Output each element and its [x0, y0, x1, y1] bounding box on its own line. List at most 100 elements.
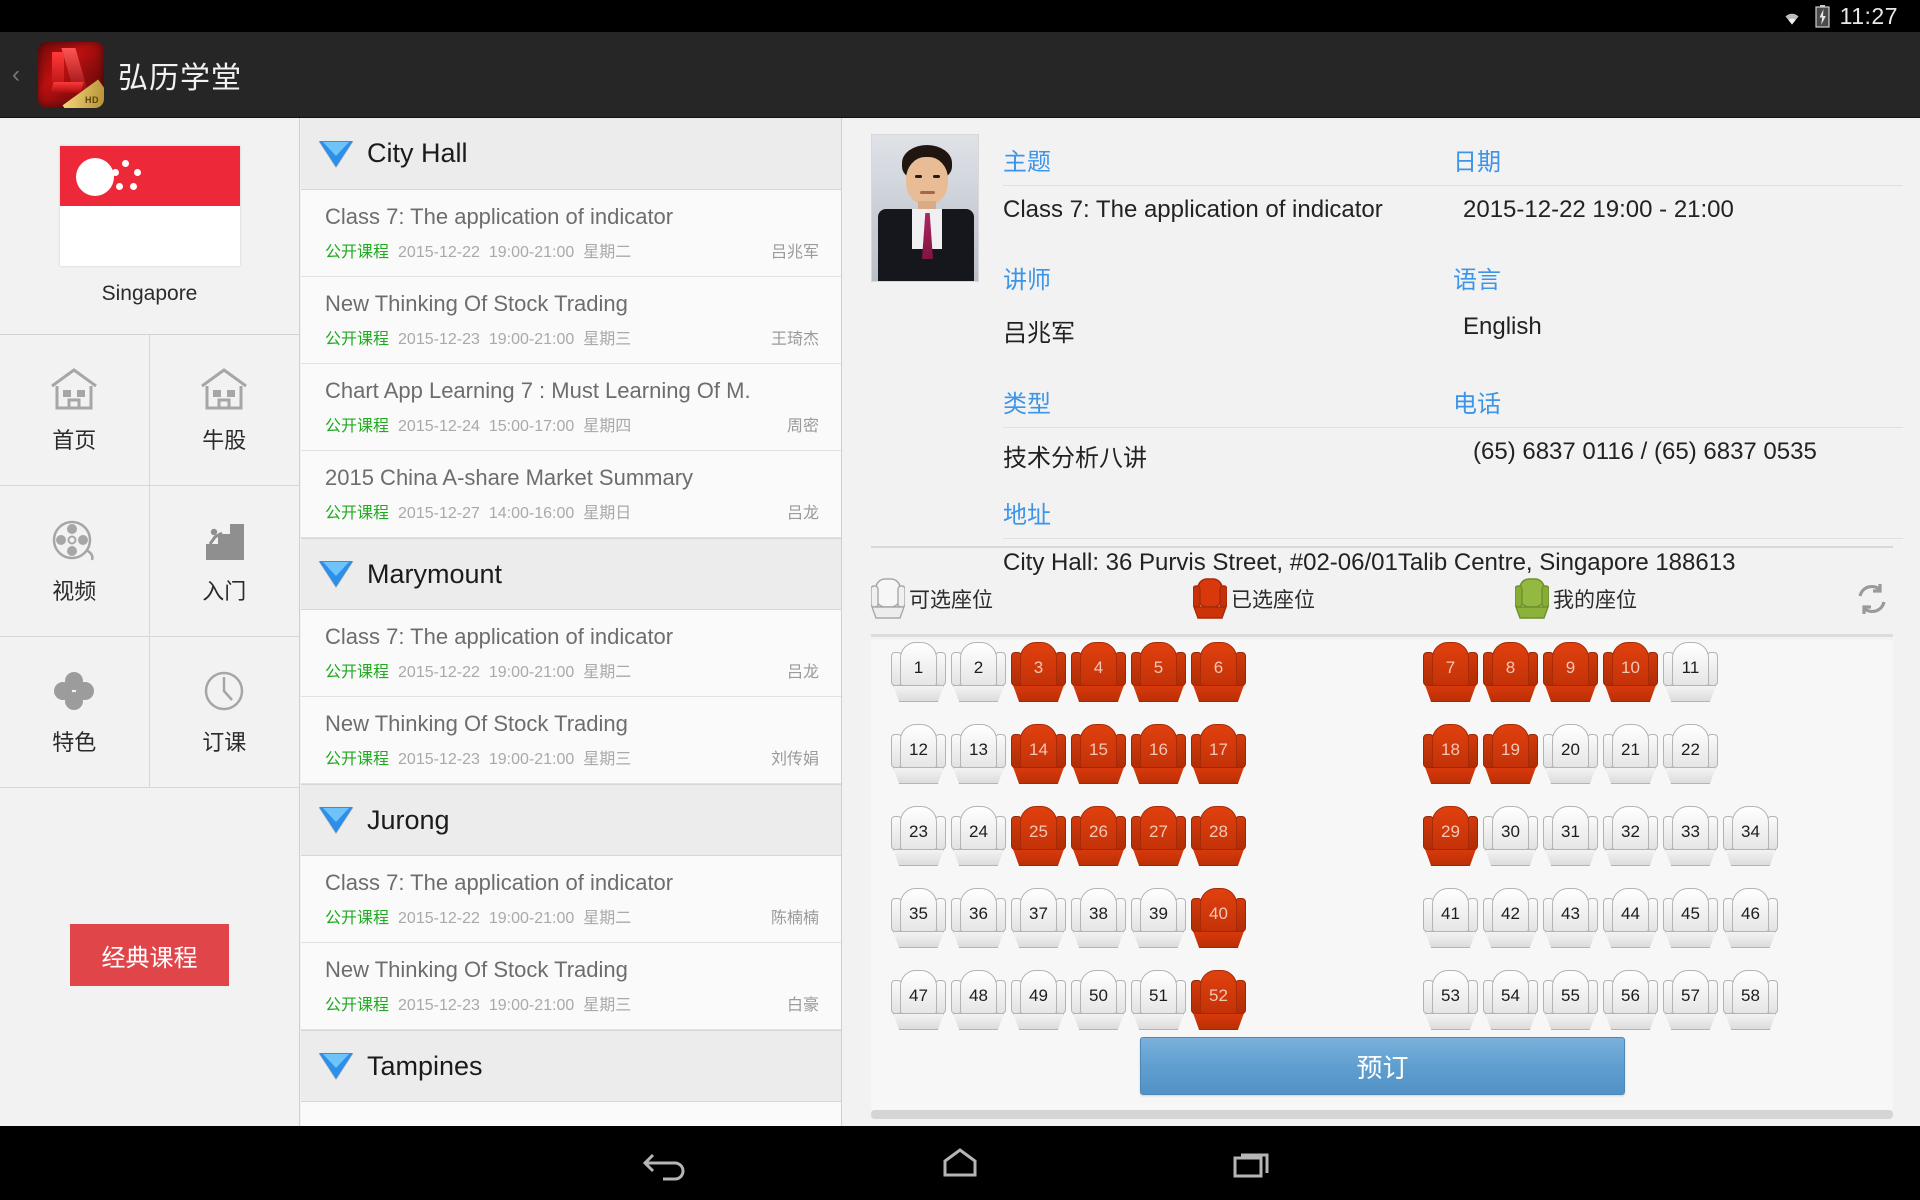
seat[interactable]: 1	[891, 640, 946, 714]
seat[interactable]: 10	[1603, 640, 1658, 714]
type-value: 技术分析八讲	[1003, 427, 1453, 495]
seat[interactable]: 3	[1011, 640, 1066, 714]
seat[interactable]: 16	[1131, 722, 1186, 796]
seat-block-left: 35 36 37 38 39 40	[891, 886, 1251, 960]
seat[interactable]: 40	[1191, 886, 1246, 960]
course-item[interactable]: Class 7: The application of indicator 公开…	[301, 856, 841, 943]
seat[interactable]: 14	[1011, 722, 1066, 796]
seat[interactable]: 23	[891, 804, 946, 878]
seat[interactable]: 28	[1191, 804, 1246, 878]
course-item[interactable]: Class 7: The application of indicator 公开…	[301, 190, 841, 277]
seat[interactable]: 49	[1011, 968, 1066, 1042]
seat-number: 26	[1089, 822, 1108, 841]
seat[interactable]: 33	[1663, 804, 1718, 878]
seat[interactable]: 38	[1071, 886, 1126, 960]
seat[interactable]: 9	[1543, 640, 1598, 714]
seat[interactable]: 58	[1723, 968, 1778, 1042]
sidebar-item-home[interactable]: 首页	[0, 335, 150, 486]
seat[interactable]: 12	[891, 722, 946, 796]
seat[interactable]: 20	[1543, 722, 1598, 796]
group-header-tampines[interactable]: Tampines	[301, 1030, 841, 1102]
group-header-jurong[interactable]: Jurong	[301, 784, 841, 856]
seat[interactable]: 43	[1543, 886, 1598, 960]
app-title: 弘历学堂	[118, 61, 242, 95]
seat-map-divider	[871, 634, 1893, 637]
seat[interactable]: 7	[1423, 640, 1478, 714]
seat[interactable]: 46	[1723, 886, 1778, 960]
seat[interactable]: 54	[1483, 968, 1538, 1042]
classic-courses-button[interactable]: 经典课程	[70, 924, 229, 986]
seat[interactable]: 34	[1723, 804, 1778, 878]
sidebar-item-stocks[interactable]: 牛股	[149, 335, 299, 486]
seat[interactable]: 25	[1011, 804, 1066, 878]
seat[interactable]: 44	[1603, 886, 1658, 960]
course-item[interactable]: 2015 China A-share Market Summary 公开课程 2…	[301, 451, 841, 538]
seat[interactable]: 42	[1483, 886, 1538, 960]
seat[interactable]: 53	[1423, 968, 1478, 1042]
seat[interactable]: 57	[1663, 968, 1718, 1042]
seat[interactable]: 56	[1603, 968, 1658, 1042]
group-header-city-hall[interactable]: City Hall	[301, 118, 841, 190]
sidebar-item-features[interactable]: 特色	[0, 637, 150, 788]
course-list[interactable]: City Hall Class 7: The application of in…	[301, 118, 842, 1126]
seat[interactable]: 39	[1131, 886, 1186, 960]
seat[interactable]: 48	[951, 968, 1006, 1042]
seat-number: 13	[969, 740, 988, 759]
seat[interactable]: 51	[1131, 968, 1186, 1042]
course-item[interactable]: New Thinking Of Stock Trading 公开课程 2015-…	[301, 277, 841, 364]
course-item[interactable]: New Thinking Of Stock Trading 公开课程 2015-…	[301, 943, 841, 1030]
seat[interactable]: 17	[1191, 722, 1246, 796]
country-selector[interactable]: Singapore	[0, 118, 299, 335]
seat[interactable]: 5	[1131, 640, 1186, 714]
seat[interactable]: 30	[1483, 804, 1538, 878]
seat[interactable]: 22	[1663, 722, 1718, 796]
back-arrow-icon[interactable]	[641, 1143, 695, 1183]
seat[interactable]: 32	[1603, 804, 1658, 878]
seat[interactable]: 36	[951, 886, 1006, 960]
sidebar-item-booking[interactable]: 订课	[149, 637, 299, 788]
seat[interactable]: 24	[951, 804, 1006, 878]
seat[interactable]: 55	[1543, 968, 1598, 1042]
seat[interactable]: 47	[891, 968, 946, 1042]
seat-block-right: 53 54 55 56 57 58	[1423, 968, 1783, 1042]
course-item[interactable]: Chart App Learning 7 : Must Learning Of …	[301, 364, 841, 451]
seat[interactable]: 2	[951, 640, 1006, 714]
sidebar-item-beginner[interactable]: 入门	[149, 486, 299, 637]
sidebar-nav-grid: 首页 牛股 视频 入门 特色 订课	[0, 335, 299, 788]
home-icon[interactable]	[933, 1143, 987, 1183]
house-icon	[48, 365, 100, 413]
detail-fields: 主题 日期 Class 7: The application of indica…	[1003, 128, 1903, 577]
book-button[interactable]: 预订	[1140, 1037, 1625, 1095]
seat[interactable]: 31	[1543, 804, 1598, 878]
seat[interactable]: 19	[1483, 722, 1538, 796]
seat-number: 6	[1213, 658, 1224, 677]
seat[interactable]: 50	[1071, 968, 1126, 1042]
seat-available-icon	[870, 578, 906, 620]
seat[interactable]: 8	[1483, 640, 1538, 714]
back-caret-icon[interactable]: ‹	[8, 61, 24, 89]
seat[interactable]: 26	[1071, 804, 1126, 878]
seat[interactable]: 35	[891, 886, 946, 960]
seat[interactable]: 11	[1663, 640, 1718, 714]
seat[interactable]: 13	[951, 722, 1006, 796]
sidebar-item-video[interactable]: 视频	[0, 486, 150, 637]
seat-map-scrollbar[interactable]	[871, 1110, 1893, 1119]
group-header-marymount[interactable]: Marymount	[301, 538, 841, 610]
seat[interactable]: 41	[1423, 886, 1478, 960]
seat[interactable]: 15	[1071, 722, 1126, 796]
seat[interactable]: 45	[1663, 886, 1718, 960]
course-date: 2015-12-24	[398, 418, 480, 435]
seat[interactable]: 18	[1423, 722, 1478, 796]
refresh-icon[interactable]	[1852, 579, 1892, 619]
seat[interactable]: 27	[1131, 804, 1186, 878]
seat[interactable]: 4	[1071, 640, 1126, 714]
course-item[interactable]: Class 7: The application of indicator 公开…	[301, 610, 841, 697]
seat[interactable]: 52	[1191, 968, 1246, 1042]
seat[interactable]: 37	[1011, 886, 1066, 960]
seat[interactable]: 21	[1603, 722, 1658, 796]
seat[interactable]: 29	[1423, 804, 1478, 878]
course-time: 19:00-21:00	[488, 997, 575, 1014]
seat[interactable]: 6	[1191, 640, 1246, 714]
course-item[interactable]: New Thinking Of Stock Trading 公开课程 2015-…	[301, 697, 841, 784]
recent-apps-icon[interactable]	[1225, 1143, 1279, 1183]
